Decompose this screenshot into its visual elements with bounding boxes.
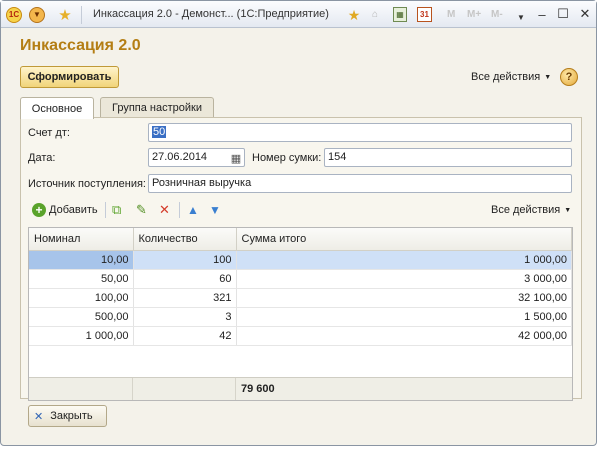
copy-add-icon[interactable]: ⧉ [112, 202, 121, 218]
tab-settings-group[interactable]: Группа настройки [100, 97, 214, 118]
memory-minus-button[interactable]: M- [491, 9, 503, 20]
bag-number-field[interactable]: 154 [324, 148, 572, 167]
table-all-actions-label: Все действия [491, 204, 561, 216]
move-down-icon[interactable]: ▼ [209, 202, 221, 218]
cell-total[interactable]: 42 000,00 [236, 326, 572, 346]
table-row[interactable]: 10,00 100 1 000,00 [29, 250, 572, 270]
bag-number-value: 154 [328, 151, 347, 163]
add-icon[interactable]: + [32, 203, 46, 217]
add-button[interactable]: Добавить [49, 204, 98, 216]
account-field[interactable]: 50 [148, 123, 572, 142]
calendar-icon[interactable]: 31 [417, 7, 432, 22]
column-quantity[interactable]: Количество [133, 228, 237, 251]
main-menu-icon[interactable]: ▼ [29, 7, 45, 23]
form-title: Инкассация 2.0 [20, 37, 141, 54]
form-all-actions-label: Все действия [471, 71, 541, 83]
caret-down-icon: ▼ [544, 74, 552, 81]
delete-icon[interactable]: ✕ [159, 202, 170, 218]
title-separator [81, 6, 82, 24]
calendar-picker-icon[interactable]: ▦ [228, 150, 244, 166]
table-footer: 79 600 [29, 377, 572, 400]
footer-total: 79 600 [241, 383, 275, 395]
form-all-actions-menu[interactable]: Все действия ▼ [471, 71, 551, 83]
move-up-icon[interactable]: ▲ [187, 202, 199, 218]
column-nominal[interactable]: Номинал [29, 228, 134, 251]
footer-cell-quantity [133, 378, 236, 400]
cell-quantity[interactable]: 321 [133, 288, 237, 308]
close-button-label: Закрыть [50, 410, 93, 422]
close-icon: ✕ [34, 410, 44, 423]
cell-total[interactable]: 1 500,00 [236, 307, 572, 327]
memory-plus-button[interactable]: M+ [467, 9, 481, 20]
account-value: 50 [152, 126, 167, 138]
table-row[interactable]: 100,00 321 32 100,00 [29, 288, 572, 308]
memory-m-button[interactable]: M [447, 9, 455, 20]
add-to-favorites-icon[interactable]: ★ [346, 7, 362, 23]
toolbar-separator-2 [179, 202, 180, 218]
cell-quantity[interactable]: 100 [133, 250, 237, 270]
cell-nominal[interactable]: 500,00 [29, 307, 134, 327]
bag-number-label: Номер сумки: [252, 152, 322, 164]
close-button[interactable]: ✕ Закрыть [28, 405, 107, 427]
history-icon[interactable]: ⌂ [367, 7, 383, 23]
form-window: 1С ▼ ★ Инкассация 2.0 - Демонст... (1С:П… [0, 0, 597, 446]
window-title: Инкассация 2.0 - Демонст... (1С:Предприя… [93, 8, 329, 20]
source-label: Источник поступления: [28, 178, 146, 190]
cell-nominal[interactable]: 1 000,00 [29, 326, 134, 346]
cell-quantity[interactable]: 42 [133, 326, 237, 346]
date-value: 27.06.2014 [152, 151, 208, 163]
denominations-table: Номинал Количество Сумма итого 10,00 100… [28, 227, 573, 401]
caret-down-icon: ▼ [564, 207, 572, 214]
source-value: Розничная выручка [152, 177, 252, 189]
cell-quantity[interactable]: 3 [133, 307, 237, 327]
help-icon[interactable]: ? [560, 68, 578, 86]
table-all-actions-menu[interactable]: Все действия ▼ [491, 204, 571, 216]
source-field[interactable]: Розничная выручка [148, 174, 572, 193]
table-header: Номинал Количество Сумма итого [29, 228, 572, 251]
close-window-button[interactable]: ✕ [576, 5, 594, 23]
column-total[interactable]: Сумма итого [236, 228, 572, 251]
tab-main[interactable]: Основное [20, 97, 94, 119]
logo-1c-icon[interactable]: 1С [6, 7, 22, 23]
cell-total[interactable]: 3 000,00 [236, 269, 572, 289]
title-bar: 1С ▼ ★ Инкассация 2.0 - Демонст... (1С:П… [1, 1, 596, 28]
cell-total[interactable]: 32 100,00 [236, 288, 572, 308]
tab-main-label: Основное [31, 102, 83, 115]
edit-pencil-icon[interactable]: ✎ [136, 202, 147, 218]
cell-nominal[interactable]: 50,00 [29, 269, 134, 289]
minimize-button[interactable]: – [533, 5, 551, 23]
account-label: Счет дт: [28, 127, 70, 139]
table-row[interactable]: 500,00 3 1 500,00 [29, 307, 572, 327]
calculator-icon[interactable]: ▦ [393, 7, 407, 22]
tab-settings-group-label: Группа настройки [112, 102, 202, 114]
footer-cell-nominal [29, 378, 133, 400]
cell-nominal[interactable]: 100,00 [29, 288, 134, 308]
toolbar-separator [105, 202, 106, 218]
cell-quantity[interactable]: 60 [133, 269, 237, 289]
table-row[interactable]: 1 000,00 42 42 000,00 [29, 326, 572, 346]
favorites-star-icon[interactable]: ★ [57, 7, 73, 23]
cell-total[interactable]: 1 000,00 [236, 250, 572, 270]
generate-button[interactable]: Сформировать [20, 66, 119, 88]
date-label: Дата: [28, 152, 56, 164]
maximize-button[interactable]: ☐ [554, 5, 572, 23]
table-row[interactable]: 50,00 60 3 000,00 [29, 269, 572, 289]
chevron-down-icon[interactable]: ▼ [513, 10, 529, 26]
cell-nominal[interactable]: 10,00 [29, 250, 134, 270]
